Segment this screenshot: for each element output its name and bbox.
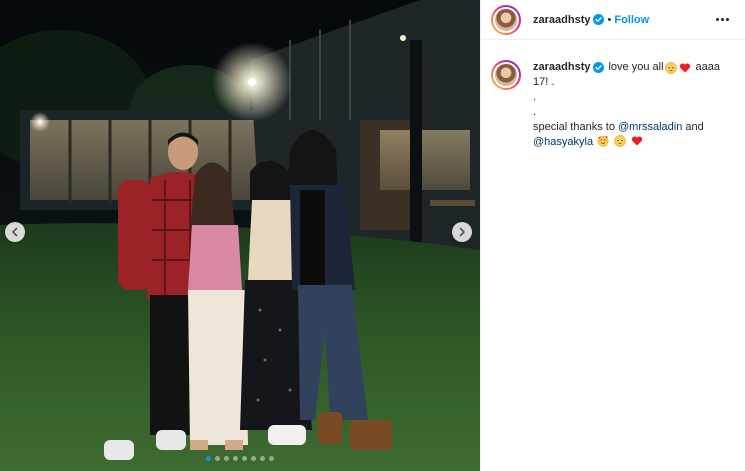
caption-avatar-image [493, 62, 519, 88]
pleading-face-emoji [614, 135, 627, 147]
caption-thanks-line: special thanks to @mrssaladin and [533, 120, 738, 135]
follow-button[interactable]: Follow [614, 14, 649, 26]
mention-link-hasyakyla[interactable]: @hasyakyla [533, 136, 593, 148]
carousel-dot [206, 456, 211, 461]
caption-line-4: . [533, 106, 537, 118]
caption-first-line: zaraadhsty love you all aaaa [533, 60, 738, 75]
carousel-dot [269, 456, 274, 461]
chevron-left-icon [12, 227, 18, 237]
caption-line-2: 17! . [533, 76, 555, 88]
verified-badge-icon [593, 14, 605, 25]
post-photo[interactable] [0, 0, 480, 471]
red-heart-emoji [632, 136, 643, 146]
caption-line-3: . [533, 91, 537, 103]
caption: zaraadhsty love you all aaaa 17! . . . s… [481, 40, 745, 150]
carousel-dot [242, 456, 247, 461]
caption-avatar[interactable] [491, 60, 521, 90]
smiling-hearts-emoji [597, 135, 609, 147]
carousel-dot [233, 456, 238, 461]
instagram-post: zaraadhsty • Follow zaraadhsty love you … [0, 0, 745, 471]
carousel-dot [260, 456, 265, 461]
post-side-panel: zaraadhsty • Follow zaraadhsty love you … [480, 0, 745, 471]
red-heart-emoji [679, 63, 690, 72]
carousel-dot [251, 456, 256, 461]
caption-text-start: love you all [608, 61, 664, 73]
avatar[interactable] [491, 4, 521, 35]
carousel-dot [224, 456, 229, 461]
pleading-face-emoji [664, 61, 677, 74]
caption-username[interactable]: zaraadhsty [533, 60, 590, 75]
header-separator: • [607, 13, 612, 26]
more-options-icon[interactable] [712, 14, 733, 25]
caption-text-after-emojis: aaaa [695, 61, 721, 73]
next-slide-button[interactable] [452, 222, 472, 242]
chevron-right-icon [459, 227, 465, 237]
caption-and-word: and [685, 121, 704, 133]
avatar-image [493, 6, 519, 33]
post-header: zaraadhsty • Follow [481, 0, 745, 40]
caption-body: zaraadhsty love you all aaaa 17! . . . s… [533, 60, 738, 150]
photo-scene [0, 0, 480, 471]
caption-thanks-prefix: special thanks to [533, 121, 615, 133]
carousel-dot [215, 456, 220, 461]
carousel-indicator [0, 456, 480, 461]
previous-slide-button[interactable] [5, 222, 25, 242]
mention-link-mrssaladin[interactable]: @mrssaladin [618, 121, 682, 133]
header-username[interactable]: zaraadhsty [533, 14, 590, 26]
caption-mention-line: @hasyakyla [533, 135, 738, 150]
verified-badge-icon [593, 62, 605, 73]
